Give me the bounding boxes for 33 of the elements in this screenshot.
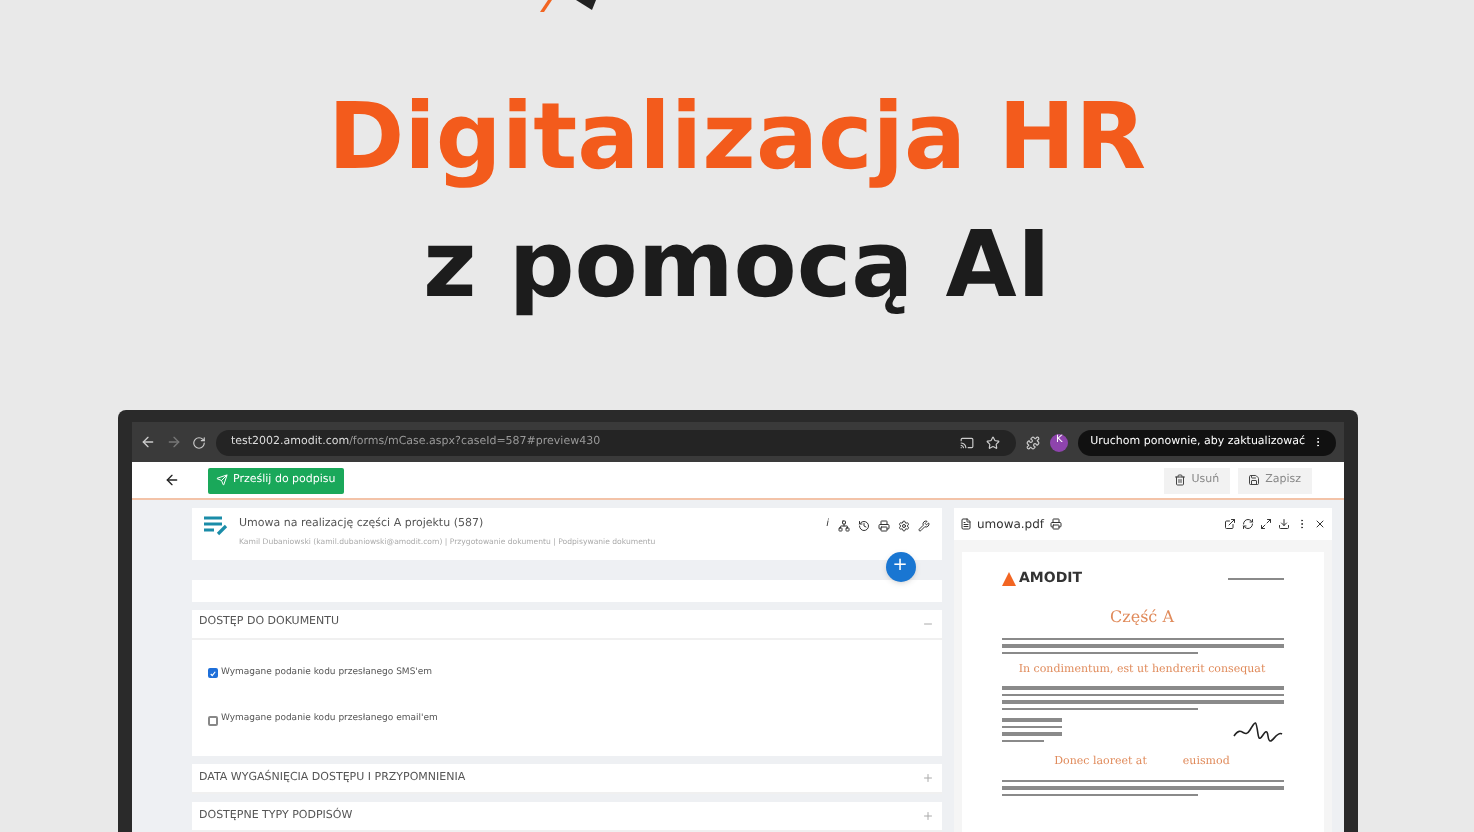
extensions-icon[interactable] — [1026, 435, 1041, 449]
document-heading: Część A — [1110, 605, 1174, 629]
add-button[interactable]: + — [885, 552, 915, 582]
date-line-drawing — [1227, 577, 1283, 580]
history-icon[interactable] — [857, 519, 869, 532]
headline-title: Digitalizacja HR — [327, 80, 1147, 192]
logo-mark-icon — [1001, 571, 1015, 586]
download-icon[interactable] — [1277, 518, 1289, 530]
logo-mark-icon — [536, 0, 600, 12]
hierarchy-icon[interactable] — [837, 519, 849, 532]
close-icon[interactable] — [1313, 518, 1325, 530]
checkbox[interactable] — [207, 716, 217, 727]
print-icon[interactable] — [1050, 518, 1063, 530]
open-external-icon[interactable] — [1223, 518, 1235, 530]
text-lines-drawing — [1001, 718, 1061, 743]
edit-list-icon — [203, 516, 227, 536]
back-arrow-icon[interactable] — [163, 472, 179, 488]
reload-icon[interactable] — [191, 435, 205, 449]
wrench-icon[interactable] — [917, 519, 929, 532]
cast-icon[interactable] — [960, 435, 975, 449]
save-icon — [1247, 474, 1260, 486]
forward-icon[interactable] — [165, 434, 181, 450]
settings-icon[interactable] — [897, 519, 909, 532]
checkbox[interactable] — [207, 668, 217, 679]
print-icon[interactable] — [877, 519, 889, 532]
send-icon — [215, 474, 227, 486]
trash-icon — [1173, 474, 1186, 486]
back-icon[interactable] — [139, 434, 155, 450]
bookmark-star-icon[interactable] — [986, 435, 1001, 449]
file-icon — [959, 518, 971, 530]
signature-drawing — [1231, 718, 1283, 743]
headline-subtitle: z pomocą AI — [423, 208, 1051, 320]
refresh-icon[interactable] — [1241, 518, 1253, 530]
